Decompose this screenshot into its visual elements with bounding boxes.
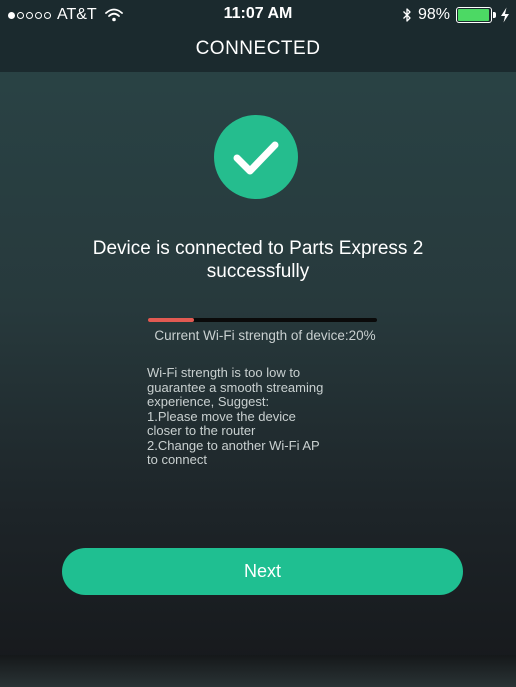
advice-line: experience, Suggest: <box>147 394 270 409</box>
top-bar: AT&T 11:07 AM 98% CONNECTED <box>0 0 516 72</box>
next-button[interactable]: Next <box>62 548 463 595</box>
checkmark-icon <box>214 115 298 199</box>
bottom-fade <box>0 655 516 687</box>
charging-bolt-icon <box>501 7 509 23</box>
battery-percent: 98% <box>417 6 450 23</box>
connection-success-message: Device is connected to Parts Express 2 s… <box>92 238 424 282</box>
bluetooth-icon <box>403 8 411 22</box>
advice-line: Wi-Fi strength is too low to <box>147 365 301 380</box>
advice-line: closer to the router <box>147 423 256 438</box>
wifi-strength-fill <box>148 318 194 322</box>
status-right: 98% <box>402 6 510 24</box>
battery-icon <box>456 7 496 23</box>
wifi-strength-label: Current Wi-Fi strength of device:20% <box>154 328 376 343</box>
battery-level-fill <box>458 9 490 21</box>
advice-line: guarantee a smooth streaming <box>147 379 324 395</box>
advice-line: 2.Change to another Wi-Fi AP <box>147 437 320 453</box>
page-title: CONNECTED <box>195 38 321 59</box>
advice-line: 1.Please move the device <box>147 408 296 424</box>
checkmark-glyph <box>233 141 279 175</box>
wifi-advice-text: Wi-Fi strength is too low to guarantee a… <box>147 365 387 468</box>
advice-line: to connect <box>147 452 207 467</box>
app-screen: AT&T 11:07 AM 98% CONNECTED Device is co… <box>0 0 516 687</box>
battery-tip <box>493 12 496 18</box>
status-bar: AT&T 11:07 AM 98% <box>0 0 516 30</box>
wifi-strength-bar <box>148 318 377 322</box>
